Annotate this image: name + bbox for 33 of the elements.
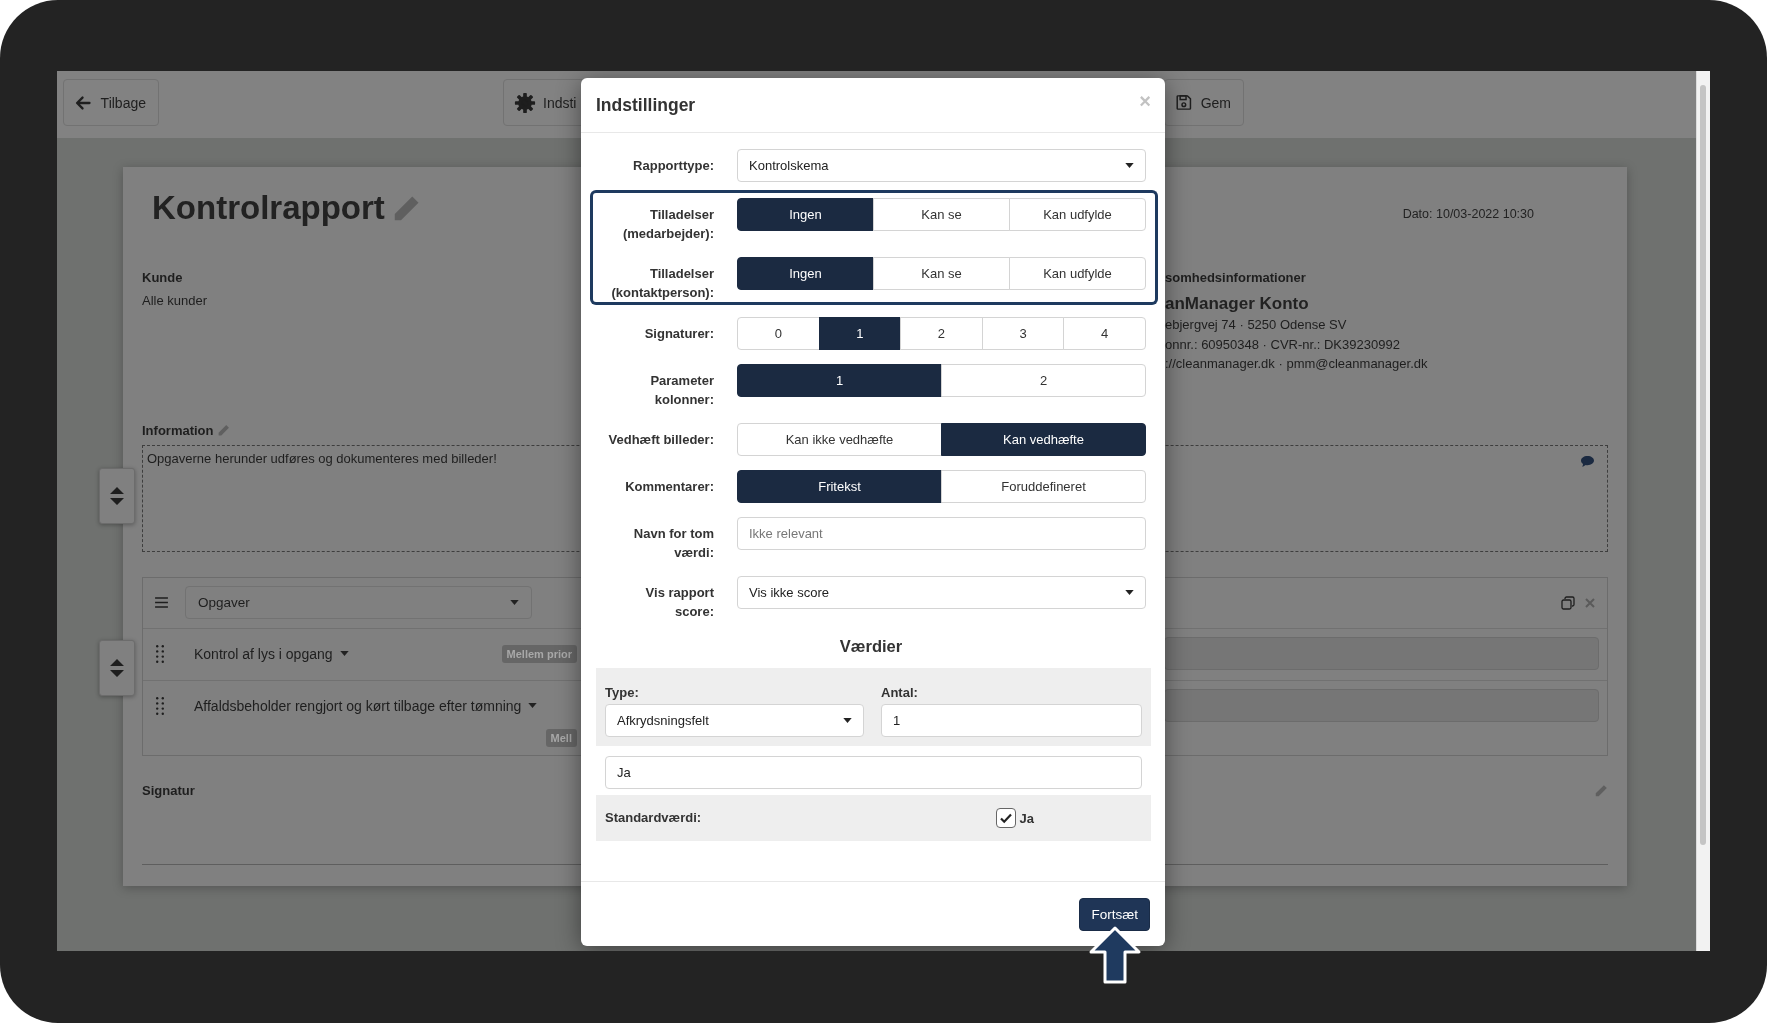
company-heading: somhedsinformationer (1165, 269, 1306, 287)
priority-badge: Mell (545, 728, 577, 747)
company-detail-text: ://cleanmanager.dk · pmm@cleanmanager.dk (1165, 355, 1428, 373)
field-label: Tilladelser (medarbejder): (621, 206, 714, 243)
section-heading: Værdier (838, 636, 904, 657)
field-label: Kommentarer: (624, 478, 714, 496)
field-label: Vis rapport score: (644, 584, 714, 621)
field-label: Rapporttype: (632, 157, 714, 175)
field-label: Parameter kolonner: (649, 372, 714, 409)
signature-label: Signatur (142, 781, 195, 800)
task-name: Affaldsbeholder rengjort og kørt tilbage efter tømning (194, 696, 522, 715)
field-label: Standardværdi: (605, 809, 702, 827)
information-text: Opgaverne herunder udføres og dokumenteres med billeder! (147, 449, 497, 468)
field-label: Type: (605, 684, 640, 702)
select-value: Opgaver (198, 595, 250, 610)
customer-label: Kunde (142, 269, 183, 287)
field-label: Antal: (881, 684, 919, 702)
date-text: Dato: 10/03-2022 10:30 (1402, 207, 1534, 221)
dropdown-value: Kontrolskema (749, 158, 829, 173)
priority-badge: Mellem prior (501, 644, 577, 663)
dropdown-value: Afkrydsningsfelt (617, 713, 709, 728)
dialog-title: Indstillinger (596, 94, 696, 116)
field-label: Signaturer: (643, 325, 714, 343)
company-detail-text: ebjergvej 74 · 5250 Odense SV (1165, 316, 1347, 334)
report-title: Kontrolrapport (152, 188, 385, 228)
information-label: Information (142, 421, 214, 440)
company-name: anManager Konto (1165, 293, 1309, 315)
dropdown-value: Vis ikke score (749, 585, 829, 600)
task-name: Kontrol af lys i opgang (194, 644, 333, 663)
customer-value: Alle kunder (142, 292, 208, 310)
field-label: Tilladelser (kontaktperson): (610, 265, 714, 302)
checkbox-label: Ja (1019, 810, 1034, 826)
company-detail-text: onnr.: 60950348 · CVR-nr.: DK39230992 (1165, 335, 1400, 354)
